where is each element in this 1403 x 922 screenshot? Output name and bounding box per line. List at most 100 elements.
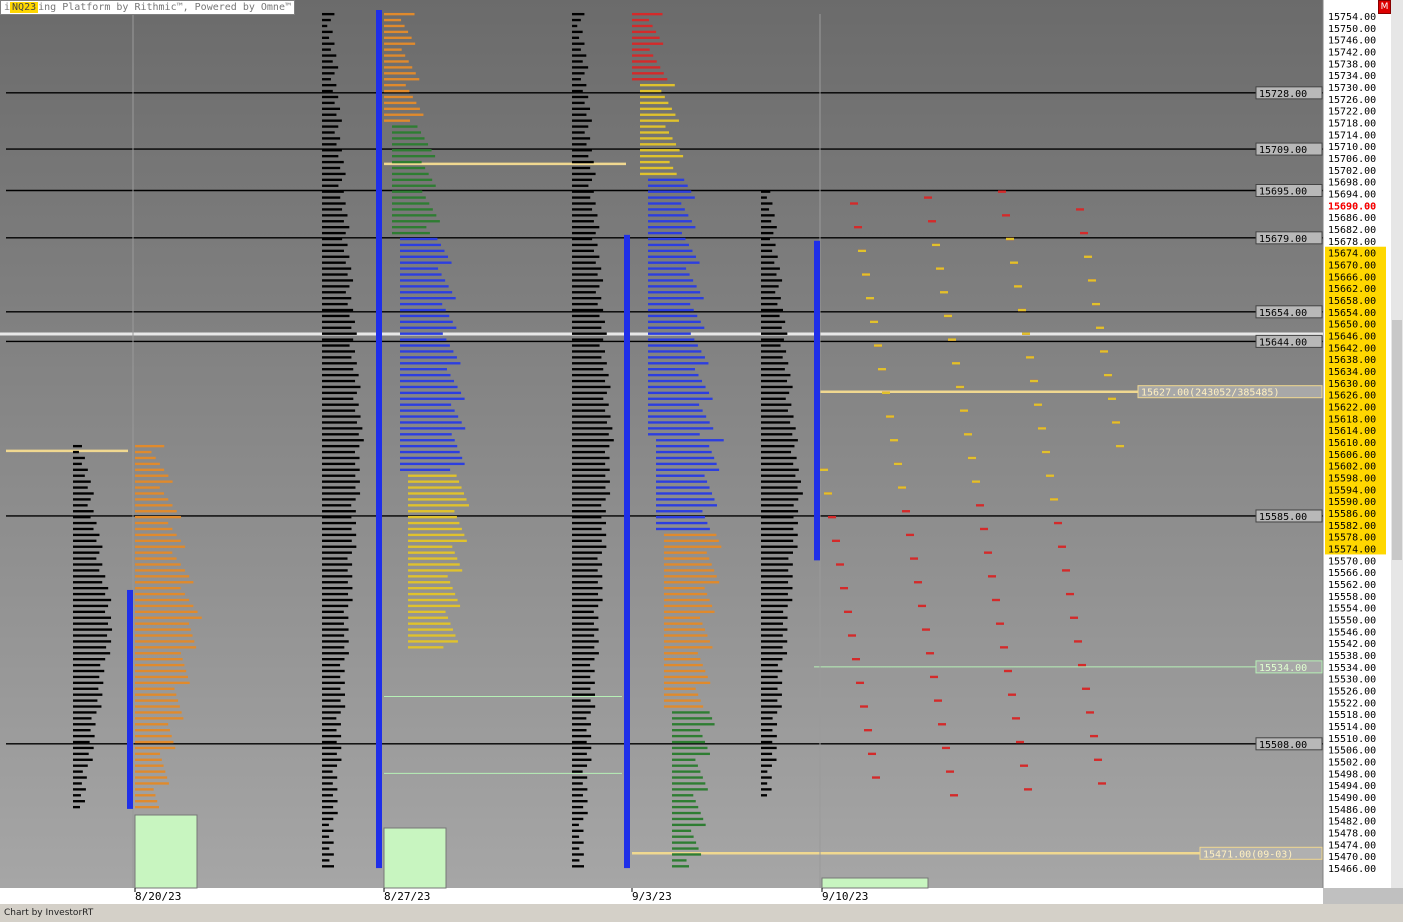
tpo-row bbox=[664, 586, 705, 590]
volume-bar bbox=[322, 95, 339, 99]
volume-bar bbox=[572, 569, 598, 572]
level-label: 15508.00 bbox=[1259, 740, 1307, 751]
tpo-row bbox=[384, 30, 409, 34]
tpo-row bbox=[998, 190, 1006, 193]
price-tick-label: 15650.00 bbox=[1328, 320, 1376, 331]
scrollbar-thumb[interactable] bbox=[1392, 320, 1402, 560]
volume-bar bbox=[572, 675, 591, 679]
volume-bar bbox=[572, 373, 609, 377]
volume-bar bbox=[322, 190, 344, 193]
volume-bar bbox=[572, 711, 591, 714]
tpo-row bbox=[408, 521, 460, 525]
volume-bar bbox=[322, 137, 341, 140]
tpo-row bbox=[672, 794, 694, 797]
volume-bar bbox=[572, 563, 603, 566]
tpo-row bbox=[400, 415, 459, 418]
tpo-row bbox=[648, 415, 707, 418]
volume-bar bbox=[572, 498, 606, 501]
volume-bar bbox=[73, 533, 100, 537]
volume-bar bbox=[572, 190, 594, 193]
tpo-row bbox=[648, 362, 709, 365]
volume-bar bbox=[761, 243, 776, 247]
volume-bar bbox=[761, 658, 783, 661]
tpo-row bbox=[384, 119, 410, 122]
volume-bar bbox=[572, 48, 581, 51]
volume-bar bbox=[572, 356, 602, 359]
tpo-row bbox=[135, 693, 177, 696]
tpo-row bbox=[648, 368, 695, 371]
volume-bar bbox=[73, 758, 93, 761]
volume-bar bbox=[761, 427, 796, 430]
volume-bar bbox=[322, 847, 330, 850]
tpo-row bbox=[392, 166, 426, 170]
tpo-row bbox=[408, 492, 465, 495]
status-text: Chart by InvestorRT bbox=[4, 908, 94, 918]
tpo-row bbox=[648, 202, 682, 205]
tpo-row bbox=[932, 243, 940, 247]
tpo-row bbox=[648, 373, 699, 377]
tpo-row bbox=[664, 545, 722, 548]
volume-bar bbox=[572, 261, 596, 264]
volume-bar bbox=[572, 143, 587, 146]
volume-bar bbox=[322, 332, 357, 335]
tpo-row bbox=[400, 302, 443, 306]
volume-bar bbox=[73, 575, 106, 578]
tpo-row bbox=[135, 800, 158, 803]
tpo-row bbox=[672, 782, 706, 785]
tpo-row bbox=[640, 143, 677, 146]
volume-bar bbox=[572, 101, 585, 105]
volume-bar bbox=[761, 415, 794, 418]
volume-bar bbox=[73, 569, 100, 572]
window-control-button[interactable]: M bbox=[1378, 0, 1391, 14]
tpo-row bbox=[924, 196, 932, 199]
tpo-row bbox=[664, 675, 708, 679]
volume-bar bbox=[322, 279, 354, 282]
volume-bar bbox=[322, 397, 354, 400]
volume-bar bbox=[73, 450, 79, 454]
volume-bar bbox=[322, 101, 335, 105]
volume-bar bbox=[322, 811, 338, 815]
volume-bar bbox=[572, 604, 599, 608]
level-label: 15654.00 bbox=[1259, 308, 1307, 319]
volume-bar bbox=[322, 717, 337, 720]
tpo-row bbox=[400, 450, 460, 454]
volume-bar bbox=[572, 18, 581, 22]
volume-bar bbox=[322, 510, 356, 513]
tpo-row bbox=[930, 675, 938, 679]
tpo-row bbox=[656, 521, 708, 525]
tpo-row bbox=[135, 646, 197, 649]
volume-bar bbox=[322, 764, 338, 767]
tpo-row bbox=[135, 681, 190, 685]
volume-bar bbox=[572, 409, 606, 412]
volume-bar bbox=[322, 385, 361, 389]
volume-bar bbox=[761, 314, 780, 318]
volume-bar bbox=[572, 598, 603, 602]
volume-bar bbox=[73, 705, 102, 708]
tpo-row bbox=[672, 805, 699, 809]
volume-bar bbox=[761, 439, 798, 442]
volume-bar bbox=[322, 711, 341, 714]
tpo-row bbox=[664, 581, 720, 584]
volume-bar bbox=[572, 640, 599, 643]
price-tick-label: 15546.00 bbox=[1328, 627, 1376, 638]
tpo-row bbox=[640, 113, 676, 116]
tpo-row bbox=[400, 314, 450, 318]
tpo-row bbox=[135, 474, 169, 477]
volume-bar bbox=[322, 444, 360, 448]
volume-bar bbox=[572, 515, 602, 519]
volume-bar bbox=[322, 628, 349, 631]
tpo-row bbox=[856, 681, 864, 685]
volume-bar bbox=[572, 817, 584, 821]
tpo-row bbox=[400, 373, 451, 377]
tpo-row bbox=[640, 172, 677, 176]
tpo-row bbox=[135, 746, 176, 750]
naked-poc-label: 15471.00(09-03) bbox=[1203, 849, 1293, 860]
tpo-row bbox=[135, 788, 154, 791]
tpo-row bbox=[672, 811, 701, 815]
market-profile-chart[interactable]: 15466.0015470.0015474.0015478.0015482.00… bbox=[0, 0, 1403, 904]
tpo-row bbox=[135, 581, 194, 584]
tpo-row bbox=[135, 675, 188, 679]
volume-bar bbox=[761, 717, 773, 720]
tpo-row bbox=[135, 456, 156, 460]
tpo-row bbox=[1034, 403, 1042, 406]
